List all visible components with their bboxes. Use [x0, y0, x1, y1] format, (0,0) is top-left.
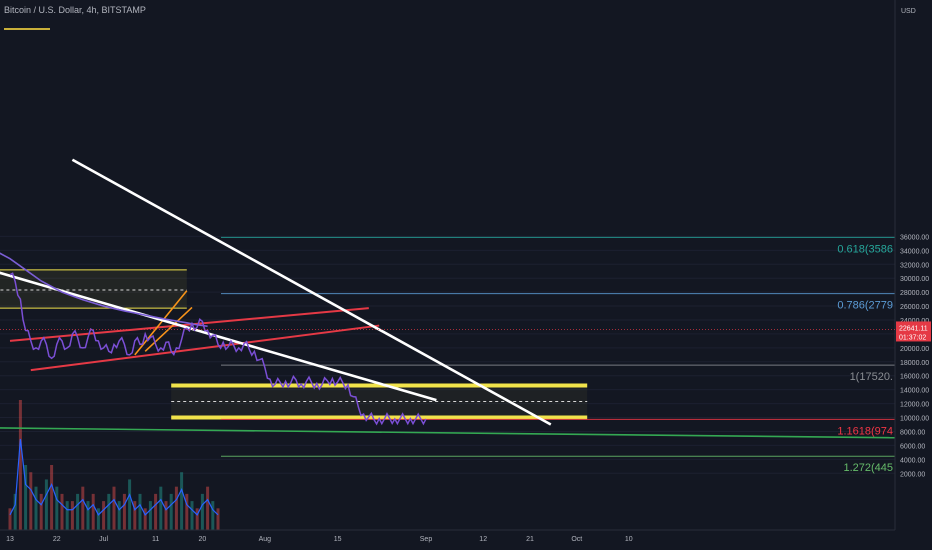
time-tick-label: 11: [152, 536, 159, 543]
volume-bar: [107, 493, 111, 530]
fib-layer: 0.618(3586 0.786(2779 1(17520. 1.1618(974 1.…: [221, 236, 895, 474]
symbol-title: Bitcoin / U.S. Dollar, 4h, BITSTAMP: [4, 5, 146, 15]
indicator-legend-line: [4, 28, 50, 30]
fib-level-label: 1(17520.: [850, 371, 893, 383]
volume-bar: [164, 501, 168, 530]
volume-bar: [148, 501, 152, 530]
time-tick-label: Aug: [259, 536, 272, 543]
volume-bar: [70, 501, 74, 530]
time-tick-label: Oct: [571, 536, 582, 543]
volume-bar: [159, 486, 163, 530]
volume-bar: [200, 493, 204, 530]
time-tick-label: 10: [625, 536, 633, 543]
price-tick-label: 34000.00: [900, 248, 929, 255]
time-tick-label: 12: [479, 536, 487, 543]
volume-bar: [76, 493, 80, 530]
time-tick-label: 20: [199, 536, 207, 543]
volume-bar: [117, 501, 121, 530]
time-tick-label: 22: [53, 536, 61, 543]
price-tick-label: 26000.00: [900, 304, 929, 311]
price-tick-label: 12000.00: [900, 402, 929, 409]
volume-bar: [185, 493, 189, 530]
price-tick-label: 30000.00: [900, 276, 929, 283]
volume-bar: [39, 493, 43, 530]
volume-bar: [29, 472, 33, 530]
price-tick-label: 32000.00: [900, 262, 929, 269]
volume-bar: [154, 493, 158, 530]
time-tick-label: 13: [6, 536, 14, 543]
volume-bar: [138, 493, 142, 530]
time-tick-label: Jul: [99, 536, 108, 543]
volume-bar: [190, 501, 194, 530]
time-tick-label: 15: [334, 536, 342, 543]
last-price-marker: 22641.11 01:37:02: [0, 321, 931, 342]
price-tick-label: 14000.00: [900, 388, 929, 395]
price-tick-label: 6000.00: [900, 443, 925, 450]
volume-bar: [174, 486, 178, 530]
price-tick-label: 10000.00: [900, 416, 929, 423]
volume-bar: [169, 493, 173, 530]
volume-bar: [18, 400, 22, 530]
time-tick-label: Sep: [420, 536, 433, 543]
price-axis: USD 2000.00 4000.00 6000.00 8000.00 10000.00 1…: [894, 0, 932, 550]
volume-bar: [112, 486, 116, 530]
price-tick-label: 18000.00: [900, 360, 929, 367]
volume-bar: [50, 465, 54, 530]
volume-bar: [81, 486, 85, 530]
time-tick-label: 21: [526, 536, 534, 543]
fib-level-label: 0.618(3586: [837, 243, 893, 255]
volume-bar: [60, 493, 64, 530]
volume-bar: [211, 501, 215, 530]
price-tick-label: 8000.00: [900, 429, 925, 436]
time-axis: 13 22 Jul 11 20 Aug 15 Sep 12 21 Oct 10: [0, 529, 895, 543]
volume-bar: [34, 486, 38, 530]
volume-bar: [128, 479, 132, 530]
fib-level-label: 1.1618(974: [837, 425, 893, 437]
price-tick-label: 28000.00: [900, 290, 929, 297]
last-price-countdown: 01:37:02: [899, 334, 926, 341]
price-tick-label: 2000.00: [900, 471, 925, 478]
long-trend-line: [0, 427, 896, 439]
volume-bar: [86, 501, 90, 530]
price-axis-bg: [895, 0, 932, 550]
price-chart[interactable]: 0.618(3586 0.786(2779 1(17520. 1.1618(974 1.…: [0, 0, 932, 550]
last-price-value: 22641.11: [899, 325, 928, 332]
volume-bar: [91, 493, 95, 530]
volume-bar: [122, 493, 126, 530]
volume-bar: [55, 486, 59, 530]
volume-bar: [102, 501, 106, 530]
channel-line: [9, 307, 369, 342]
price-tick-label: 16000.00: [900, 374, 929, 381]
price-unit-label: USD: [901, 8, 916, 15]
volume-bar: [206, 486, 210, 530]
fib-level-label: 1.272(445: [843, 462, 893, 474]
price-tick-label: 20000.00: [900, 346, 929, 353]
volume-bar: [44, 479, 48, 530]
price-tick-label: 36000.00: [900, 234, 929, 241]
volume-bar: [65, 501, 69, 530]
price-tick-label: 4000.00: [900, 457, 925, 464]
volume-bar: [180, 472, 184, 530]
fib-level-label: 0.786(2779: [837, 300, 893, 312]
volume-bar: [216, 508, 220, 530]
